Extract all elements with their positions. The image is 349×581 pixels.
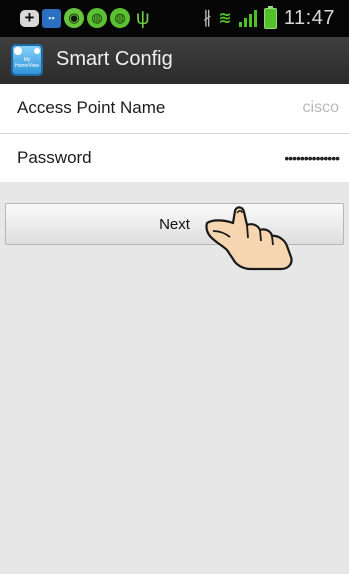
- status-time: 11:47: [283, 6, 335, 29]
- wifi-config-form: Access Point Name Password •••••••••••••…: [0, 84, 349, 182]
- notification-icons: + ▪▪ ◉ ◍ ◍ ψ: [20, 6, 150, 30]
- pointing-hand-icon: [205, 206, 293, 271]
- access-point-row[interactable]: Access Point Name: [0, 84, 349, 134]
- password-row[interactable]: Password ••••••••••••••: [0, 134, 349, 183]
- access-point-label: Access Point Name: [17, 98, 166, 117]
- app-icon-text-homeview: HomeView: [14, 63, 40, 69]
- camera-icon: ◉: [64, 8, 84, 28]
- usb-icon: ψ: [136, 7, 150, 29]
- system-icons: ∦ ≋ 11:47: [203, 4, 335, 32]
- phone-screen: + ▪▪ ◉ ◍ ◍ ψ ∦ ≋ 11:47 My HomeView Smart…: [0, 0, 349, 581]
- page-title: Smart Config: [56, 48, 173, 70]
- wifi-icon: ≋: [218, 10, 232, 27]
- password-input[interactable]: ••••••••••••••: [179, 150, 340, 166]
- my-homeview-icon[interactable]: My HomeView: [11, 44, 43, 76]
- status-bar: + ▪▪ ◉ ◍ ◍ ψ ∦ ≋ 11:47: [0, 0, 349, 37]
- plus-icon: +: [20, 8, 39, 27]
- access-point-input[interactable]: [179, 99, 339, 117]
- messenger-icon: ◍: [87, 8, 107, 28]
- screen-bottom-border: [0, 574, 349, 581]
- bluetooth-icon: ∦: [203, 8, 212, 27]
- blackberry-icon: ▪▪: [42, 8, 61, 28]
- password-label: Password: [17, 148, 92, 167]
- action-bar: My HomeView Smart Config: [0, 37, 349, 84]
- signal-icon: [238, 9, 257, 27]
- chat-icon: ◍: [110, 8, 130, 28]
- battery-icon: [263, 5, 277, 29]
